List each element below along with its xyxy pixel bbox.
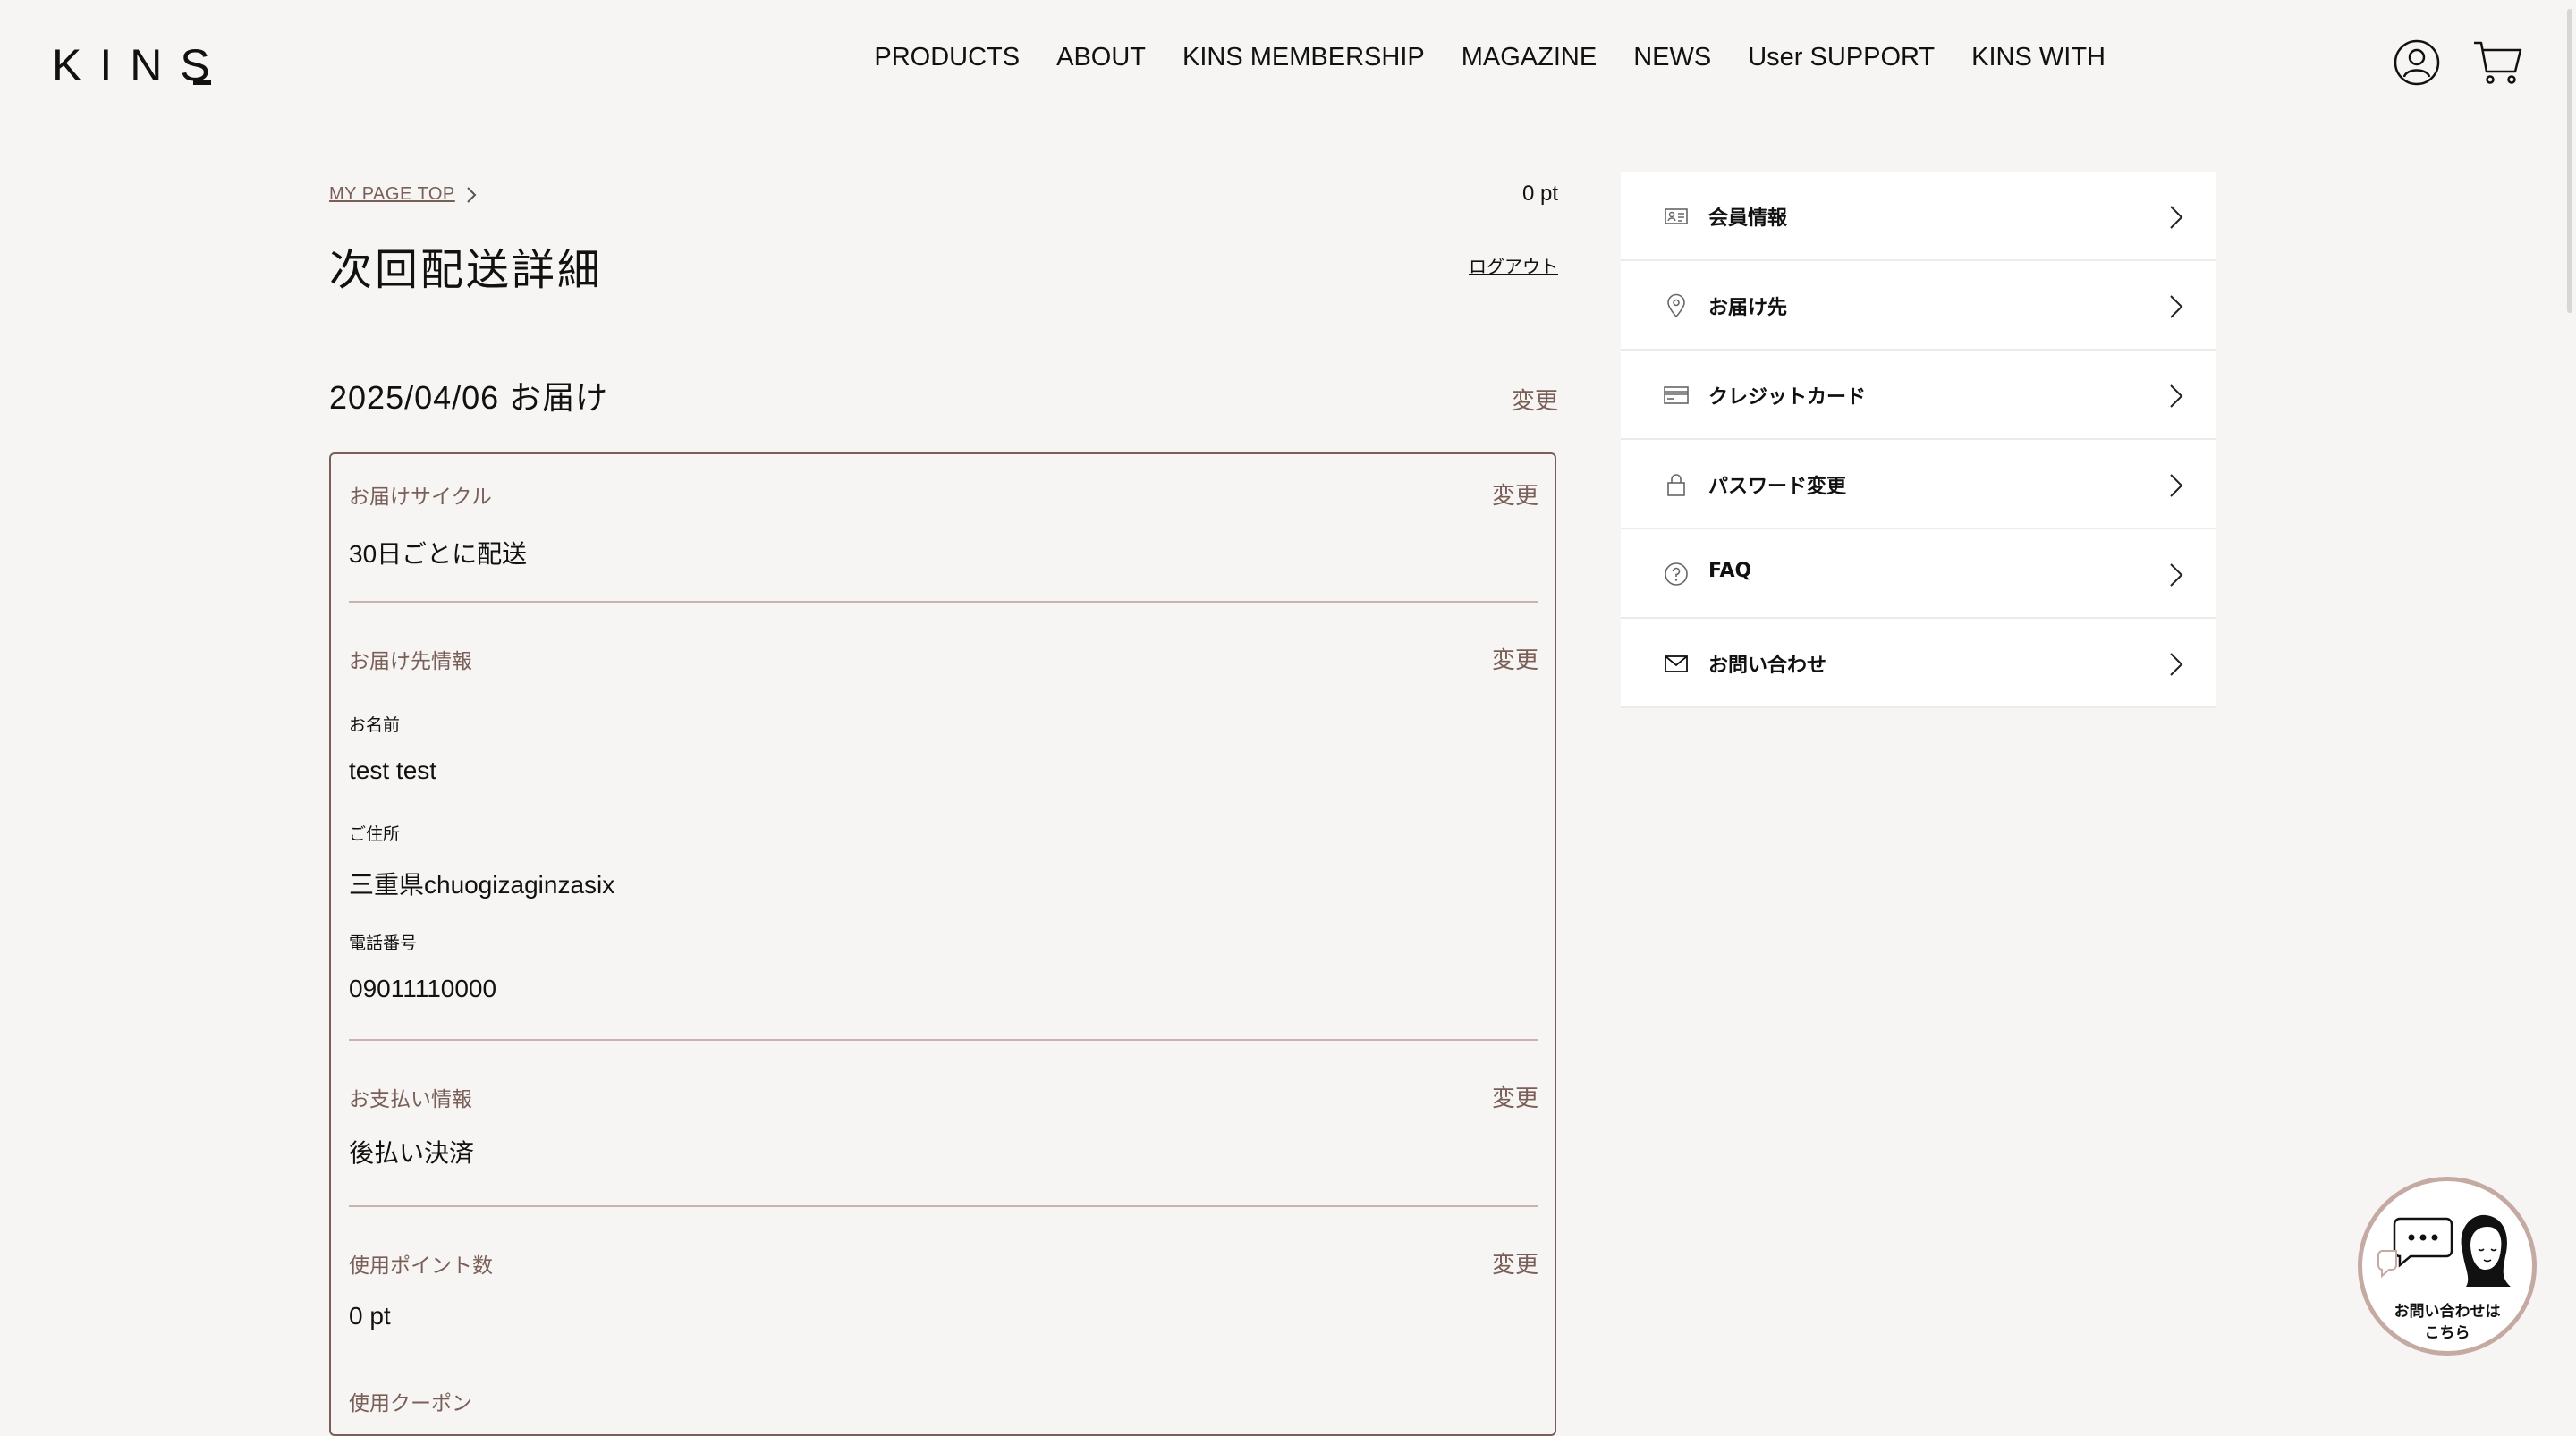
change-address-button[interactable]: 変更 [1492,642,1538,675]
nav-products[interactable]: PRODUCTS [874,43,1020,72]
address-label: ご住所 [349,824,401,844]
tel-value: 09011110000 [349,975,497,1002]
menu-item-password[interactable]: パスワード変更 [1621,440,2216,529]
points-section: 使用ポイント数 変更 0 pt [349,1243,1538,1350]
menu-item-faq[interactable]: FAQ [1621,529,2216,619]
menu-item-label: パスワード変更 [1708,476,1847,498]
change-payment-button[interactable]: 変更 [1492,1080,1538,1113]
nav-membership[interactable]: KINS MEMBERSHIP [1182,43,1425,72]
chevron-right-icon [2170,653,2183,676]
cart-icon[interactable] [2472,39,2522,86]
name-value: test test [349,756,437,784]
address-value: 三重県chuogizaginzasix [349,871,615,899]
chevron-right-icon [2170,295,2183,318]
chevron-right-icon [2170,384,2183,408]
menu-item-label: お届け先 [1708,297,1788,319]
nav-news[interactable]: NEWS [1633,43,1711,72]
nav-kins-with[interactable]: KINS WITH [1971,43,2106,72]
cycle-section: お届けサイクル 変更 30日ごとに配送 [349,474,1538,599]
main-nav: PRODUCTS ABOUT KINS MEMBERSHIP MAGAZINE … [874,43,2106,72]
tel-label: 電話番号 [349,933,418,953]
location-pin-icon [1667,293,1685,318]
payment-section: お支払い情報 変更 後払い決済 [349,1077,1538,1184]
page-title: 次回配送詳細 [329,245,604,295]
menu-item-label: FAQ [1708,560,1752,582]
change-cycle-button[interactable]: 変更 [1492,477,1538,511]
payment-value: 後払い決済 [349,1139,475,1167]
delivery-date: 2025/04/06 お届け [329,379,609,416]
page-scrollbar[interactable] [2567,9,2572,313]
logout-link[interactable]: ログアウト [1469,252,1558,278]
cycle-title: お届けサイクル [349,486,492,509]
logo-underline [193,80,211,85]
menu-item-label: クレジットカード [1708,386,1867,409]
nav-user-support[interactable]: User SUPPORT [1748,43,1935,72]
change-points-button[interactable]: 変更 [1492,1246,1538,1280]
chevron-right-icon [467,186,477,203]
coupon-section: 使用クーポン [349,1381,1538,1434]
mypage-menu: 会員情報 お届け先 クレジットカード パスワード変更 FAQ お問い合わせ [1621,172,2216,708]
breadcrumb-mypage-top[interactable]: MY PAGE TOP [329,184,455,205]
menu-item-delivery-address[interactable]: お届け先 [1621,261,2216,351]
coupon-title: 使用クーポン [349,1392,472,1415]
user-icon[interactable] [2394,39,2440,86]
divider [349,1039,1538,1041]
address-title: お届け先情報 [349,650,472,673]
nav-magazine[interactable]: MAGAZINE [1462,43,1597,72]
chevron-right-icon [2170,563,2183,587]
menu-item-contact[interactable]: お問い合わせ [1621,619,2216,708]
name-label: お名前 [349,715,401,735]
points-value: 0 pt [349,1302,391,1330]
menu-item-member-info[interactable]: 会員情報 [1621,172,2216,261]
chat-label-line2: こちら [2424,1324,2470,1342]
chat-widget-label: お問い合わせは こちら [2362,1301,2532,1344]
credit-card-icon [1664,386,1689,404]
chevron-right-icon [2170,206,2183,229]
mail-icon [1665,655,1688,672]
nav-about[interactable]: ABOUT [1056,43,1146,72]
divider [349,1205,1538,1207]
points-balance: 0 pt [1521,182,1558,206]
chevron-right-icon [2170,474,2183,497]
question-icon [1665,562,1688,586]
lock-icon [1667,474,1685,496]
address-section: お届け先情報 変更 お名前 test test ご住所 三重県chuogizag… [349,638,1538,1002]
menu-item-credit-card[interactable]: クレジットカード [1621,351,2216,440]
contact-chat-widget[interactable]: お問い合わせは こちら [2358,1177,2537,1356]
divider [349,601,1538,603]
payment-title: お支払い情報 [349,1088,472,1111]
id-card-icon [1665,208,1688,224]
points-title: 使用ポイント数 [349,1254,493,1278]
delivery-detail-card: お届けサイクル 変更 30日ごとに配送 お届け先情報 変更 お名前 test t… [329,452,1556,1436]
menu-item-label: 会員情報 [1708,207,1788,230]
cycle-value: 30日ごとに配送 [349,540,528,568]
chat-label-line1: お問い合わせは [2394,1303,2501,1321]
chat-bubble-icon [2377,1214,2511,1287]
breadcrumb: MY PAGE TOP [329,184,477,205]
menu-item-label: お問い合わせ [1708,655,1827,677]
change-delivery-date-button[interactable]: 変更 [1512,383,1558,416]
